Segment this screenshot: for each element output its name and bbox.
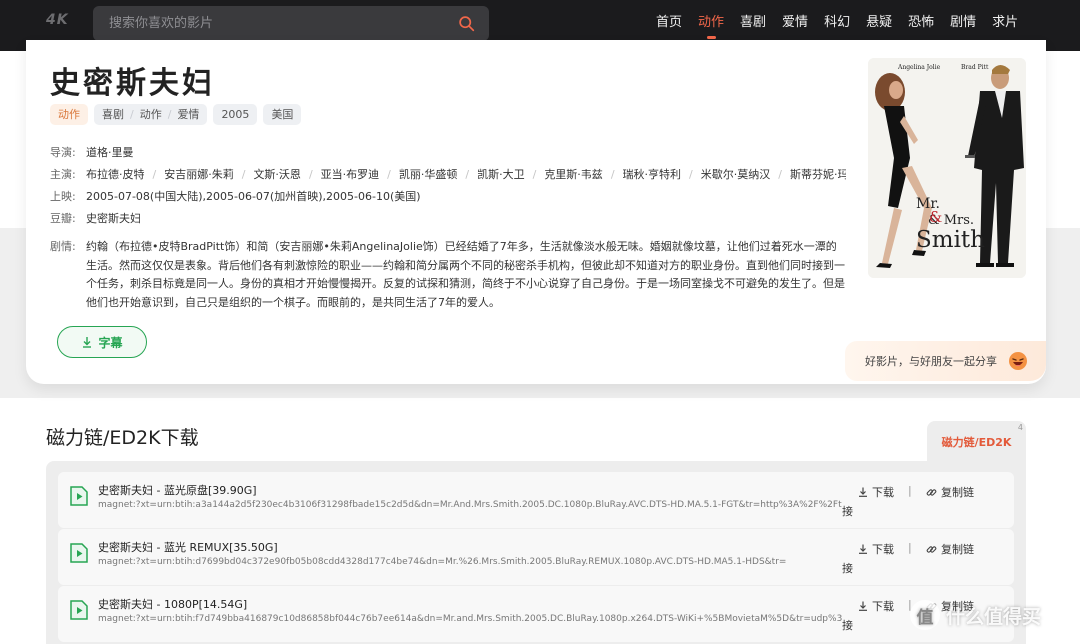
tag-genre[interactable]: 爱情: [177, 108, 199, 121]
video-file-icon: [70, 543, 88, 563]
tab-label: 磁力链/ED2K: [941, 436, 1012, 449]
cast-label: 主演:: [50, 168, 76, 181]
copy-link-button[interactable]: 复制链: [926, 484, 974, 500]
release-row: 上映: 2005-07-08(中国大陆),2005-06-07(加州首映),20…: [50, 188, 421, 204]
download-label: 下载: [872, 543, 894, 556]
download-icon: [859, 601, 867, 611]
download-item: 史密斯夫妇 - 蓝光原盘[39.90G] magnet:?xt=urn:btih…: [58, 472, 1014, 528]
video-file-icon: [70, 486, 88, 506]
poster-title-line3: Smith: [916, 227, 985, 253]
search-icon[interactable]: [458, 15, 475, 32]
copy-link-label-wrap: 接: [842, 505, 853, 518]
action-divider: |: [908, 484, 912, 497]
tag-genre[interactable]: 喜剧: [102, 108, 124, 121]
cast-list: 布拉德·皮特 / 安吉丽娜·朱莉 / 文斯·沃恩 / 亚当·布罗迪 / 凯丽·华盛顿 / …: [86, 166, 846, 182]
cast-member[interactable]: 布拉德·皮特: [86, 166, 145, 182]
subtitle-download-button[interactable]: 字幕: [57, 326, 147, 358]
director-name[interactable]: 道格·里曼: [86, 144, 134, 160]
release-dates: 2005-07-08(中国大陆),2005-06-07(加州首映),2005-0…: [86, 190, 421, 203]
cast-member[interactable]: 米歇尔·莫纳汉: [701, 166, 771, 182]
cast-member[interactable]: 亚当·布罗迪: [321, 166, 380, 182]
download-button[interactable]: 下载: [858, 484, 894, 500]
copy-link-button[interactable]: 复制链: [926, 541, 974, 557]
release-label: 上映:: [50, 190, 76, 203]
link-icon: [926, 488, 937, 496]
poster-actor-right: Brad Pitt: [961, 64, 989, 71]
movie-title: 史密斯夫妇: [50, 66, 215, 101]
site-logo[interactable]: 4K: [46, 12, 69, 28]
downloads-heading: 磁力链/ED2K下载: [46, 427, 199, 449]
plot-label: 剧情:: [50, 240, 76, 253]
tag-genre[interactable]: 动作: [140, 108, 162, 121]
douban-link[interactable]: 史密斯夫妇: [86, 210, 141, 226]
subtitle-button-label: 字幕: [98, 335, 123, 350]
cast-member[interactable]: 凯斯·大卫: [477, 166, 525, 182]
download-name: 史密斯夫妇 - 蓝光 REMUX[35.50G]: [98, 541, 278, 554]
cast-member[interactable]: 凯丽·华盛顿: [399, 166, 458, 182]
poster-actor-left: Angelina Jolie: [897, 64, 941, 71]
copy-link-label-wrap: 接: [842, 619, 853, 632]
tag-genres: 喜剧 / 动作 / 爱情: [94, 104, 208, 125]
director-label: 导演:: [50, 146, 76, 159]
download-icon: [859, 487, 867, 497]
tag-primary-genre[interactable]: 动作: [50, 104, 88, 125]
cast-row: 主演: 布拉德·皮特 / 安吉丽娜·朱莉 / 文斯·沃恩 / 亚当·布罗迪 / 凯丽·华…: [50, 166, 846, 182]
download-name: 史密斯夫妇 - 蓝光原盘[39.90G]: [98, 484, 257, 497]
tag-year[interactable]: 2005: [213, 104, 258, 125]
magnet-link[interactable]: magnet:?xt=urn:btih:f7d749bba416879c10d8…: [98, 614, 842, 624]
download-icon: [83, 337, 92, 348]
link-icon: [926, 545, 937, 553]
cast-member[interactable]: 安吉丽娜·朱莉: [164, 166, 234, 182]
download-label: 下载: [872, 486, 894, 499]
watermark-badge: 值: [910, 600, 940, 630]
search-input[interactable]: [109, 6, 449, 41]
copy-link-label: 复制链: [941, 486, 974, 499]
tag-region[interactable]: 美国: [263, 104, 302, 125]
download-button[interactable]: 下载: [858, 541, 894, 557]
search-box: [93, 6, 489, 41]
action-divider: |: [908, 541, 912, 554]
share-text: 好影片，与好朋友一起分享: [865, 355, 997, 368]
director-row: 导演: 道格·里曼: [50, 144, 134, 160]
poster-image: Angelina Jolie Brad Pitt Mr. & Mrs. Smit…: [868, 58, 1026, 278]
cast-member[interactable]: 瑞秋·亨特利: [623, 166, 682, 182]
download-label: 下载: [872, 600, 894, 613]
tab-magnet-ed2k[interactable]: 磁力链/ED2K 4: [927, 421, 1026, 463]
share-banner[interactable]: 好影片，与好朋友一起分享: [845, 341, 1046, 381]
video-file-icon: [70, 600, 88, 620]
copy-link-label-wrap: 接: [842, 562, 853, 575]
douban-label: 豆瓣:: [50, 212, 76, 225]
watermark-text: 什么值得买: [946, 605, 1042, 628]
copy-link-label: 复制链: [941, 543, 974, 556]
download-item: 史密斯夫妇 - 1080P[14.54G] magnet:?xt=urn:bti…: [58, 586, 1014, 642]
movie-poster[interactable]: Angelina Jolie Brad Pitt Mr. & Mrs. Smit…: [868, 58, 1026, 278]
plot-text: 约翰（布拉德•皮特BradPitt饰）和简（安吉丽娜•朱莉AngelinaJol…: [86, 240, 845, 309]
tab-count-badge: 4: [1017, 423, 1023, 432]
plot-row: 剧情: 约翰（布拉德•皮特BradPitt饰）和简（安吉丽娜•朱莉Angelin…: [50, 238, 846, 312]
cast-member[interactable]: 文斯·沃恩: [253, 166, 301, 182]
download-icon: [859, 544, 867, 554]
download-button[interactable]: 下载: [858, 598, 894, 614]
laughing-face-icon: [1009, 352, 1027, 370]
cast-member[interactable]: 斯蒂芬妮·玛...: [790, 166, 846, 182]
magnet-link[interactable]: magnet:?xt=urn:btih:a3a144a2d5f230ec4b31…: [98, 500, 842, 510]
watermark: 值 什么值得买: [910, 600, 1041, 630]
movie-tags: 动作 喜剧 / 动作 / 爱情 2005 美国: [50, 104, 302, 125]
poster-ampersand: &: [929, 208, 942, 226]
cast-member[interactable]: 克里斯·韦兹: [544, 166, 603, 182]
download-name: 史密斯夫妇 - 1080P[14.54G]: [98, 598, 248, 611]
download-item: 史密斯夫妇 - 蓝光 REMUX[35.50G] magnet:?xt=urn:…: [58, 529, 1014, 585]
magnet-link[interactable]: magnet:?xt=urn:btih:d7699bd04c372e90fb05…: [98, 557, 842, 567]
douban-row: 豆瓣: 史密斯夫妇: [50, 210, 141, 226]
